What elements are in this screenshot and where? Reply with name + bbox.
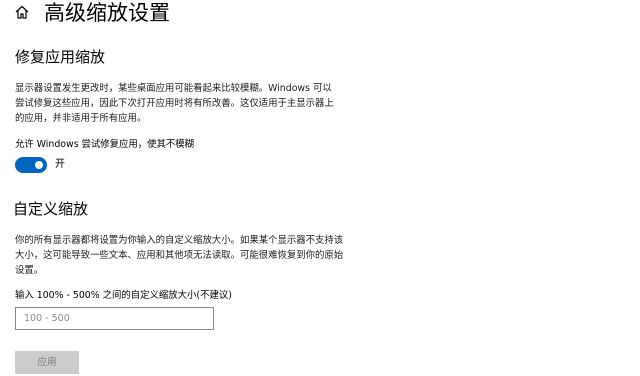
fix-apps-toggle-label: 允许 Windows 尝试修复应用，使其不模糊	[15, 139, 195, 150]
home-icon[interactable]	[14, 4, 30, 20]
apply-button[interactable]: 应用	[15, 351, 79, 374]
custom-scaling-input[interactable]	[15, 307, 214, 330]
toggle-state-text: 开	[55, 159, 65, 170]
fix-scaling-description: 显示器设置发生更改时，某些桌面应用可能看起来比较模糊。Windows 可以尝试修…	[15, 83, 334, 124]
custom-scaling-input-label: 输入 100% - 500% 之间的自定义缩放大小(不建议)	[15, 290, 232, 301]
page-title: 高级缩放设置	[44, 1, 170, 25]
toggle-knob	[35, 161, 43, 169]
fix-apps-toggle[interactable]	[15, 157, 47, 173]
custom-scaling-description: 你的所有显示器都将设置为你输入的自定义缩放大小。如果某个显示器不支持该大小，这可…	[15, 235, 344, 276]
fix-scaling-heading: 修复应用缩放	[15, 48, 106, 66]
custom-scaling-heading: 自定义缩放	[13, 200, 89, 218]
